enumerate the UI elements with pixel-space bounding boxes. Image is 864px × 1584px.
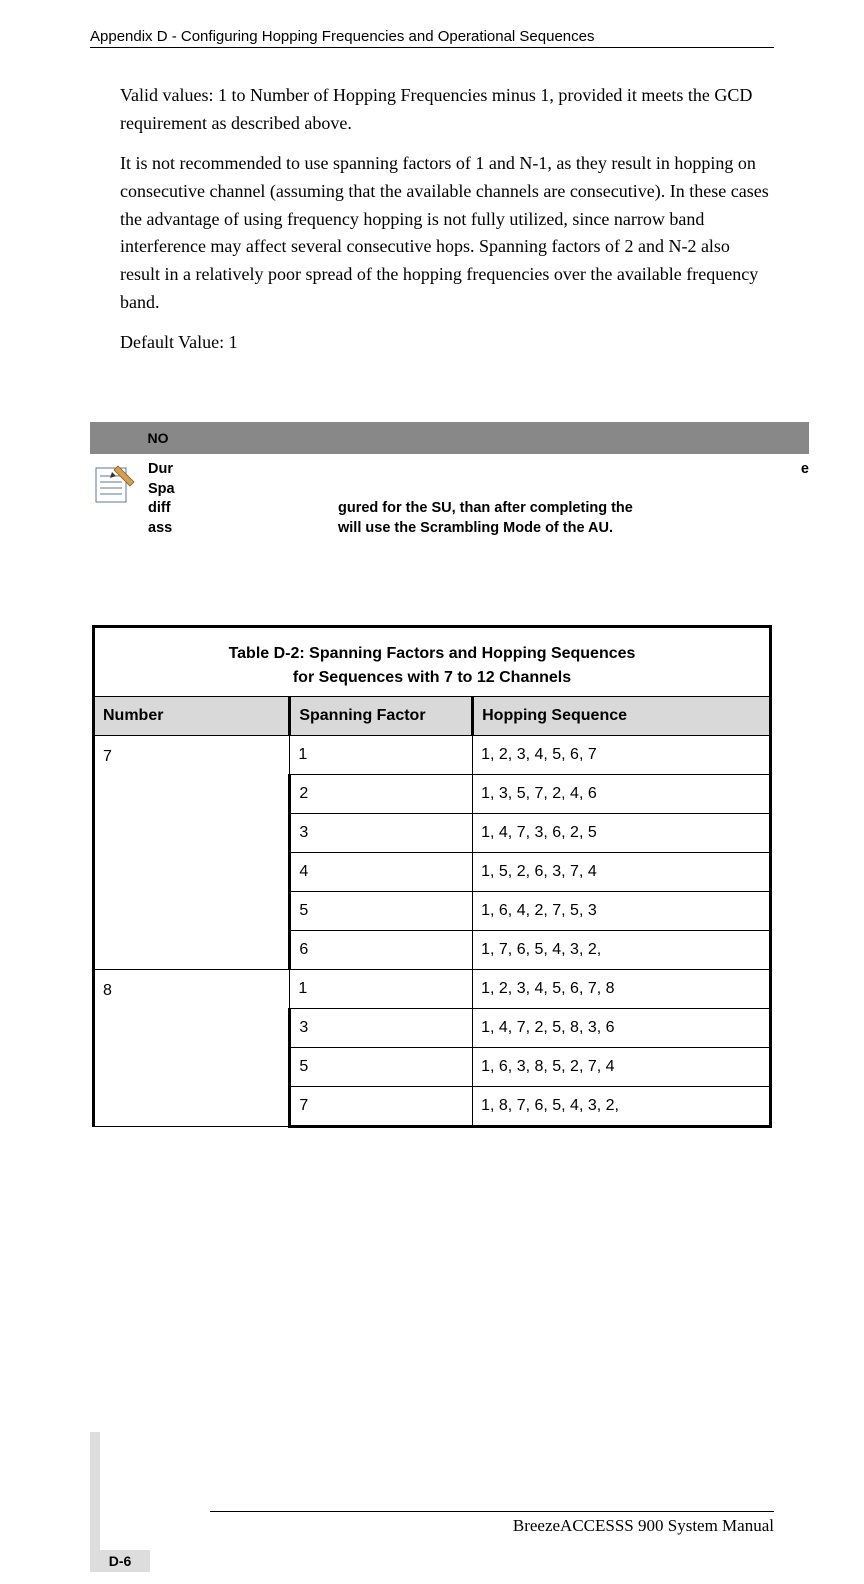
cell-sequence: 1, 2, 3, 4, 5, 6, 7 — [473, 736, 771, 775]
cell-factor: 5 — [290, 892, 473, 931]
document-page: Appendix D - Configuring Hopping Frequen… — [0, 0, 864, 1584]
note-line3-left: diff — [148, 499, 338, 519]
cell-factor: 3 — [290, 1009, 473, 1048]
note-header: NO — [90, 422, 809, 454]
cell-sequence: 1, 6, 3, 8, 5, 2, 7, 4 — [473, 1048, 771, 1087]
col-header-sequence: Hopping Sequence — [473, 697, 771, 736]
col-header-factor: Spanning Factor — [290, 697, 473, 736]
paragraph-default: Default Value: 1 — [120, 329, 774, 357]
cell-factor: 7 — [290, 1087, 473, 1127]
cell-sequence: 1, 3, 5, 7, 2, 4, 6 — [473, 775, 771, 814]
page-number: D-6 — [90, 1550, 150, 1572]
cell-sequence: 1, 2, 3, 4, 5, 6, 7, 8 — [473, 970, 771, 1009]
cell-number: 7 — [94, 736, 290, 970]
page-footer: BreezeACCESSS 900 System Manual — [90, 1511, 774, 1536]
page-header: Appendix D - Configuring Hopping Frequen… — [90, 28, 774, 48]
note-block: NO Dur e Spa — [90, 422, 809, 538]
cell-sequence: 1, 4, 7, 2, 5, 8, 3, 6 — [473, 1009, 771, 1048]
footer-manual-title: BreezeACCESSS 900 System Manual — [90, 1512, 774, 1536]
appendix-title: Appendix D - Configuring Hopping Frequen… — [90, 28, 595, 45]
spanning-factors-table: Table D-2: Spanning Factors and Hopping … — [92, 625, 772, 1128]
cell-sequence: 1, 8, 7, 6, 5, 4, 3, 2, — [473, 1087, 771, 1127]
col-header-number: Number — [94, 697, 290, 736]
note-line2: Spa — [148, 480, 809, 500]
table-title-line2: for Sequences with 7 to 12 Channels — [293, 669, 571, 686]
table-row: 8 1 1, 2, 3, 4, 5, 6, 7, 8 — [94, 970, 771, 1009]
cell-factor: 1 — [290, 736, 473, 775]
paragraph-recommendation: It is not recommended to use spanning fa… — [120, 150, 774, 317]
body-content: Valid values: 1 to Number of Hopping Fre… — [120, 82, 774, 369]
cell-sequence: 1, 5, 2, 6, 3, 7, 4 — [473, 853, 771, 892]
spanning-factors-table-wrap: Table D-2: Spanning Factors and Hopping … — [92, 625, 772, 1128]
cell-sequence: 1, 4, 7, 3, 6, 2, 5 — [473, 814, 771, 853]
note-line1-right: e — [801, 460, 809, 480]
cell-factor: 3 — [290, 814, 473, 853]
note-line3-right: gured for the SU, than after completing … — [338, 499, 633, 519]
table-title-row: Table D-2: Spanning Factors and Hopping … — [94, 627, 771, 697]
cell-sequence: 1, 6, 4, 2, 7, 5, 3 — [473, 892, 771, 931]
note-icon — [90, 458, 138, 506]
table-title-line1: Table D-2: Spanning Factors and Hopping … — [229, 645, 636, 662]
cell-factor: 5 — [290, 1048, 473, 1087]
note-text: Dur e Spa diff gured for the SU, than af… — [148, 458, 809, 538]
note-line4-right: will use the Scrambling Mode of the AU. — [338, 519, 613, 539]
cell-factor: 6 — [290, 931, 473, 970]
note-label: NO — [128, 430, 188, 446]
cell-factor: 4 — [290, 853, 473, 892]
cell-factor: 1 — [290, 970, 473, 1009]
paragraph-valid-values: Valid values: 1 to Number of Hopping Fre… — [120, 82, 774, 138]
cell-sequence: 1, 7, 6, 5, 4, 3, 2, — [473, 931, 771, 970]
note-line4-left: ass — [148, 519, 338, 539]
note-body: Dur e Spa diff gured for the SU, than af… — [90, 454, 809, 538]
cell-factor: 2 — [290, 775, 473, 814]
table-row: 7 1 1, 2, 3, 4, 5, 6, 7 — [94, 736, 771, 775]
table-header-row: Number Spanning Factor Hopping Sequence — [94, 697, 771, 736]
table-title-cell: Table D-2: Spanning Factors and Hopping … — [94, 627, 771, 697]
cell-number: 8 — [94, 970, 290, 1127]
note-line1-left: Dur — [148, 460, 173, 480]
